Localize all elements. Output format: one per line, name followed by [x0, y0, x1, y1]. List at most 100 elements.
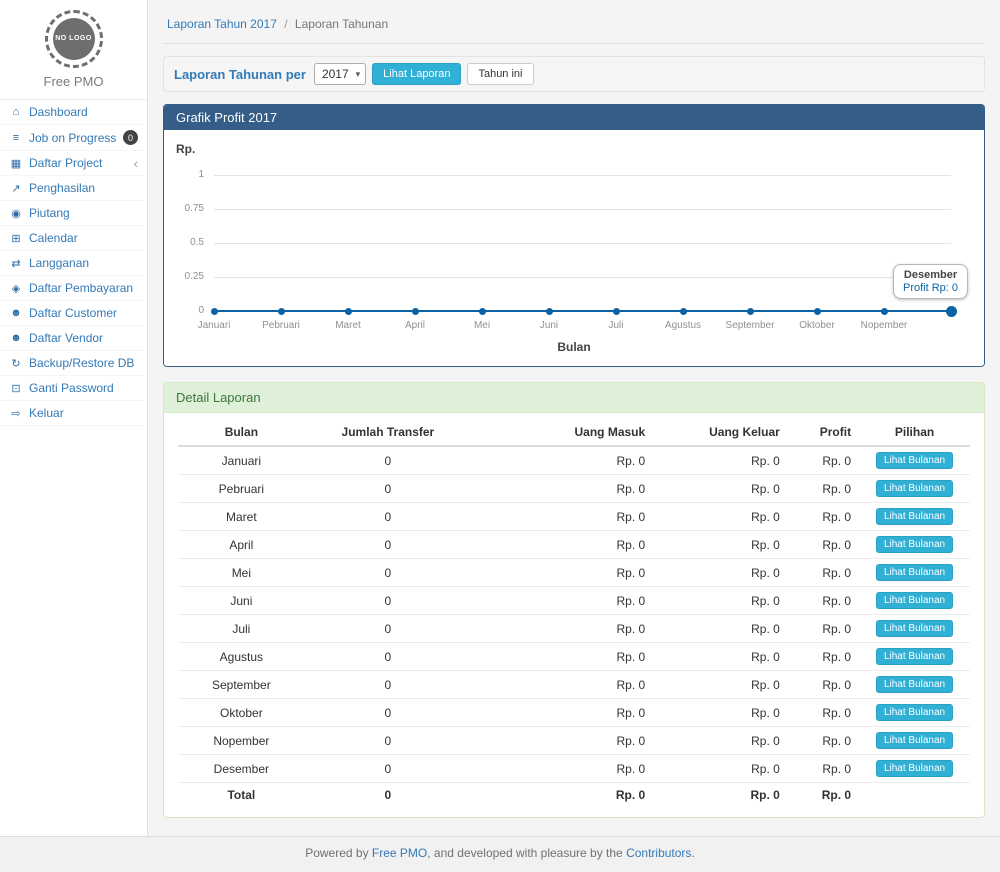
cell-pilihan: Lihat Bulanan [859, 446, 970, 475]
lihat-bulanan-button[interactable]: Lihat Bulanan [876, 452, 953, 469]
logo-section: NO LOGO Free PMO [0, 0, 147, 100]
chart-point-september[interactable] [747, 308, 754, 315]
sidebar-item-daftar-project[interactable]: ▦Daftar Project‹ [0, 151, 147, 176]
cell-uang-keluar: Rp. 0 [653, 643, 788, 671]
lihat-bulanan-button[interactable]: Lihat Bulanan [876, 480, 953, 497]
table-row: Januari0Rp. 0Rp. 0Rp. 0Lihat Bulanan [178, 446, 970, 475]
sidebar-item-job-on-progress[interactable]: ≡Job on Progress0 [0, 125, 147, 151]
app-window: NO LOGO Free PMO ⌂Dashboard≡Job on Progr… [0, 0, 1000, 872]
money-icon: ◉ [9, 207, 23, 220]
column-header-uang-masuk: Uang Masuk [471, 419, 653, 446]
count-badge: 0 [123, 130, 138, 145]
cell-profit: Rp. 0 [788, 475, 859, 503]
cell-jumlah-transfer: 0 [305, 671, 471, 699]
cell-bulan: Januari [178, 446, 305, 475]
chart-point-juni[interactable] [546, 308, 553, 315]
cell-pilihan: Lihat Bulanan [859, 475, 970, 503]
sidebar-item-label: Job on Progress [29, 131, 116, 145]
cell-jumlah-transfer: 0 [305, 755, 471, 783]
cell-pilihan: Lihat Bulanan [859, 755, 970, 783]
chart-point-juli[interactable] [613, 308, 620, 315]
cell-jumlah-transfer: 0 [305, 643, 471, 671]
chart-point-agustus[interactable] [680, 308, 687, 315]
lihat-bulanan-button[interactable]: Lihat Bulanan [876, 620, 953, 637]
breadcrumb-separator: / [284, 17, 287, 31]
chevron-down-icon: ▾ [356, 69, 361, 80]
footer-link-free-pmo[interactable]: Free PMO [372, 846, 427, 860]
cell-bulan: Desember [178, 755, 305, 783]
cell-uang-masuk: Rp. 0 [471, 755, 653, 783]
detail-panel: Detail Laporan BulanJumlah TransferUang … [163, 382, 985, 818]
sign-out-icon: ⇨ [9, 407, 23, 420]
chart-point-januari[interactable] [211, 308, 218, 315]
cell-uang-keluar: Rp. 0 [653, 755, 788, 783]
sidebar-item-langganan[interactable]: ⇄Langganan [0, 251, 147, 276]
cell-uang-keluar: Rp. 0 [653, 559, 788, 587]
lihat-bulanan-button[interactable]: Lihat Bulanan [876, 592, 953, 609]
chart-point-mei[interactable] [479, 308, 486, 315]
chart-y-axis-label: Rp. [176, 142, 195, 156]
lihat-bulanan-button[interactable]: Lihat Bulanan [876, 648, 953, 665]
tahun-ini-button[interactable]: Tahun ini [467, 63, 533, 85]
sidebar-item-label: Calendar [29, 231, 78, 245]
detail-panel-body: BulanJumlah TransferUang MasukUang Kelua… [164, 413, 984, 817]
chart-point-desember[interactable] [946, 306, 957, 317]
cell-bulan: April [178, 531, 305, 559]
chart-point-oktober[interactable] [814, 308, 821, 315]
cell-bulan: Maret [178, 503, 305, 531]
sidebar-item-daftar-pembayaran[interactable]: ◈Daftar Pembayaran [0, 276, 147, 301]
cell-uang-masuk: Rp. 0 [471, 671, 653, 699]
report-table: BulanJumlah TransferUang MasukUang Kelua… [178, 419, 970, 807]
lihat-bulanan-button[interactable]: Lihat Bulanan [876, 508, 953, 525]
table-row: Oktober0Rp. 0Rp. 0Rp. 0Lihat Bulanan [178, 699, 970, 727]
sidebar-item-keluar[interactable]: ⇨Keluar [0, 401, 147, 426]
sidebar-item-piutang[interactable]: ◉Piutang [0, 201, 147, 226]
cell-bulan: September [178, 671, 305, 699]
sidebar-item-label: Daftar Vendor [29, 331, 103, 345]
cell-jumlah-transfer: 0 [305, 559, 471, 587]
sidebar-item-label: Daftar Customer [29, 306, 117, 320]
chart-point-maret[interactable] [345, 308, 352, 315]
table-row: April0Rp. 0Rp. 0Rp. 0Lihat Bulanan [178, 531, 970, 559]
cell-total-uang-keluar: Rp. 0 [653, 783, 788, 808]
sidebar-item-calendar[interactable]: ⊞Calendar [0, 226, 147, 251]
sidebar-item-daftar-customer[interactable]: ☻Daftar Customer [0, 301, 147, 326]
lihat-laporan-button[interactable]: Lihat Laporan [372, 63, 461, 85]
cell-bulan: Agustus [178, 643, 305, 671]
lihat-bulanan-button[interactable]: Lihat Bulanan [876, 704, 953, 721]
table-row: September0Rp. 0Rp. 0Rp. 0Lihat Bulanan [178, 671, 970, 699]
lihat-bulanan-button[interactable]: Lihat Bulanan [876, 760, 953, 777]
chart-point-nopember[interactable] [881, 308, 888, 315]
column-header-uang-keluar: Uang Keluar [653, 419, 788, 446]
sidebar-item-ganti-password[interactable]: ⊡Ganti Password [0, 376, 147, 401]
sidebar-item-penghasilan[interactable]: ↗Penghasilan [0, 176, 147, 201]
chart-point-pebruari[interactable] [278, 308, 285, 315]
lihat-bulanan-button[interactable]: Lihat Bulanan [876, 536, 953, 553]
sidebar-item-daftar-vendor[interactable]: ☻ Daftar Vendor [0, 326, 147, 351]
chart-point-april[interactable] [412, 308, 419, 315]
gridline [214, 277, 951, 278]
cell-uang-keluar: Rp. 0 [653, 446, 788, 475]
cell-jumlah-transfer: 0 [305, 587, 471, 615]
sidebar-item-dashboard[interactable]: ⌂Dashboard [0, 100, 147, 125]
breadcrumb-link-laporan-tahun[interactable]: Laporan Tahun 2017 [167, 17, 277, 31]
lihat-bulanan-button[interactable]: Lihat Bulanan [876, 732, 953, 749]
column-header-profit: Profit [788, 419, 859, 446]
cell-total-profit: Rp. 0 [788, 783, 859, 808]
sidebar-item-backup-restore-db[interactable]: ↻Backup/Restore DB [0, 351, 147, 376]
sidebar-item-label: Backup/Restore DB [29, 356, 134, 370]
lock-icon: ⊡ [9, 382, 23, 395]
users-icon: ☻ [9, 332, 23, 344]
footer: Powered by Free PMO, and developed with … [0, 836, 1000, 872]
year-select[interactable]: 2017 ▾ [314, 63, 366, 85]
cell-profit: Rp. 0 [788, 531, 859, 559]
footer-link-contributors[interactable]: Contributors [626, 846, 691, 860]
lihat-bulanan-button[interactable]: Lihat Bulanan [876, 564, 953, 581]
lihat-bulanan-button[interactable]: Lihat Bulanan [876, 676, 953, 693]
cell-uang-keluar: Rp. 0 [653, 503, 788, 531]
cell-uang-masuk: Rp. 0 [471, 587, 653, 615]
column-header-pilihan: Pilihan [859, 419, 970, 446]
chart-tooltip: Desember Profit Rp: 0 [893, 264, 968, 299]
cell-total-jumlah-transfer: 0 [305, 783, 471, 808]
cell-total-pilihan [859, 783, 970, 808]
